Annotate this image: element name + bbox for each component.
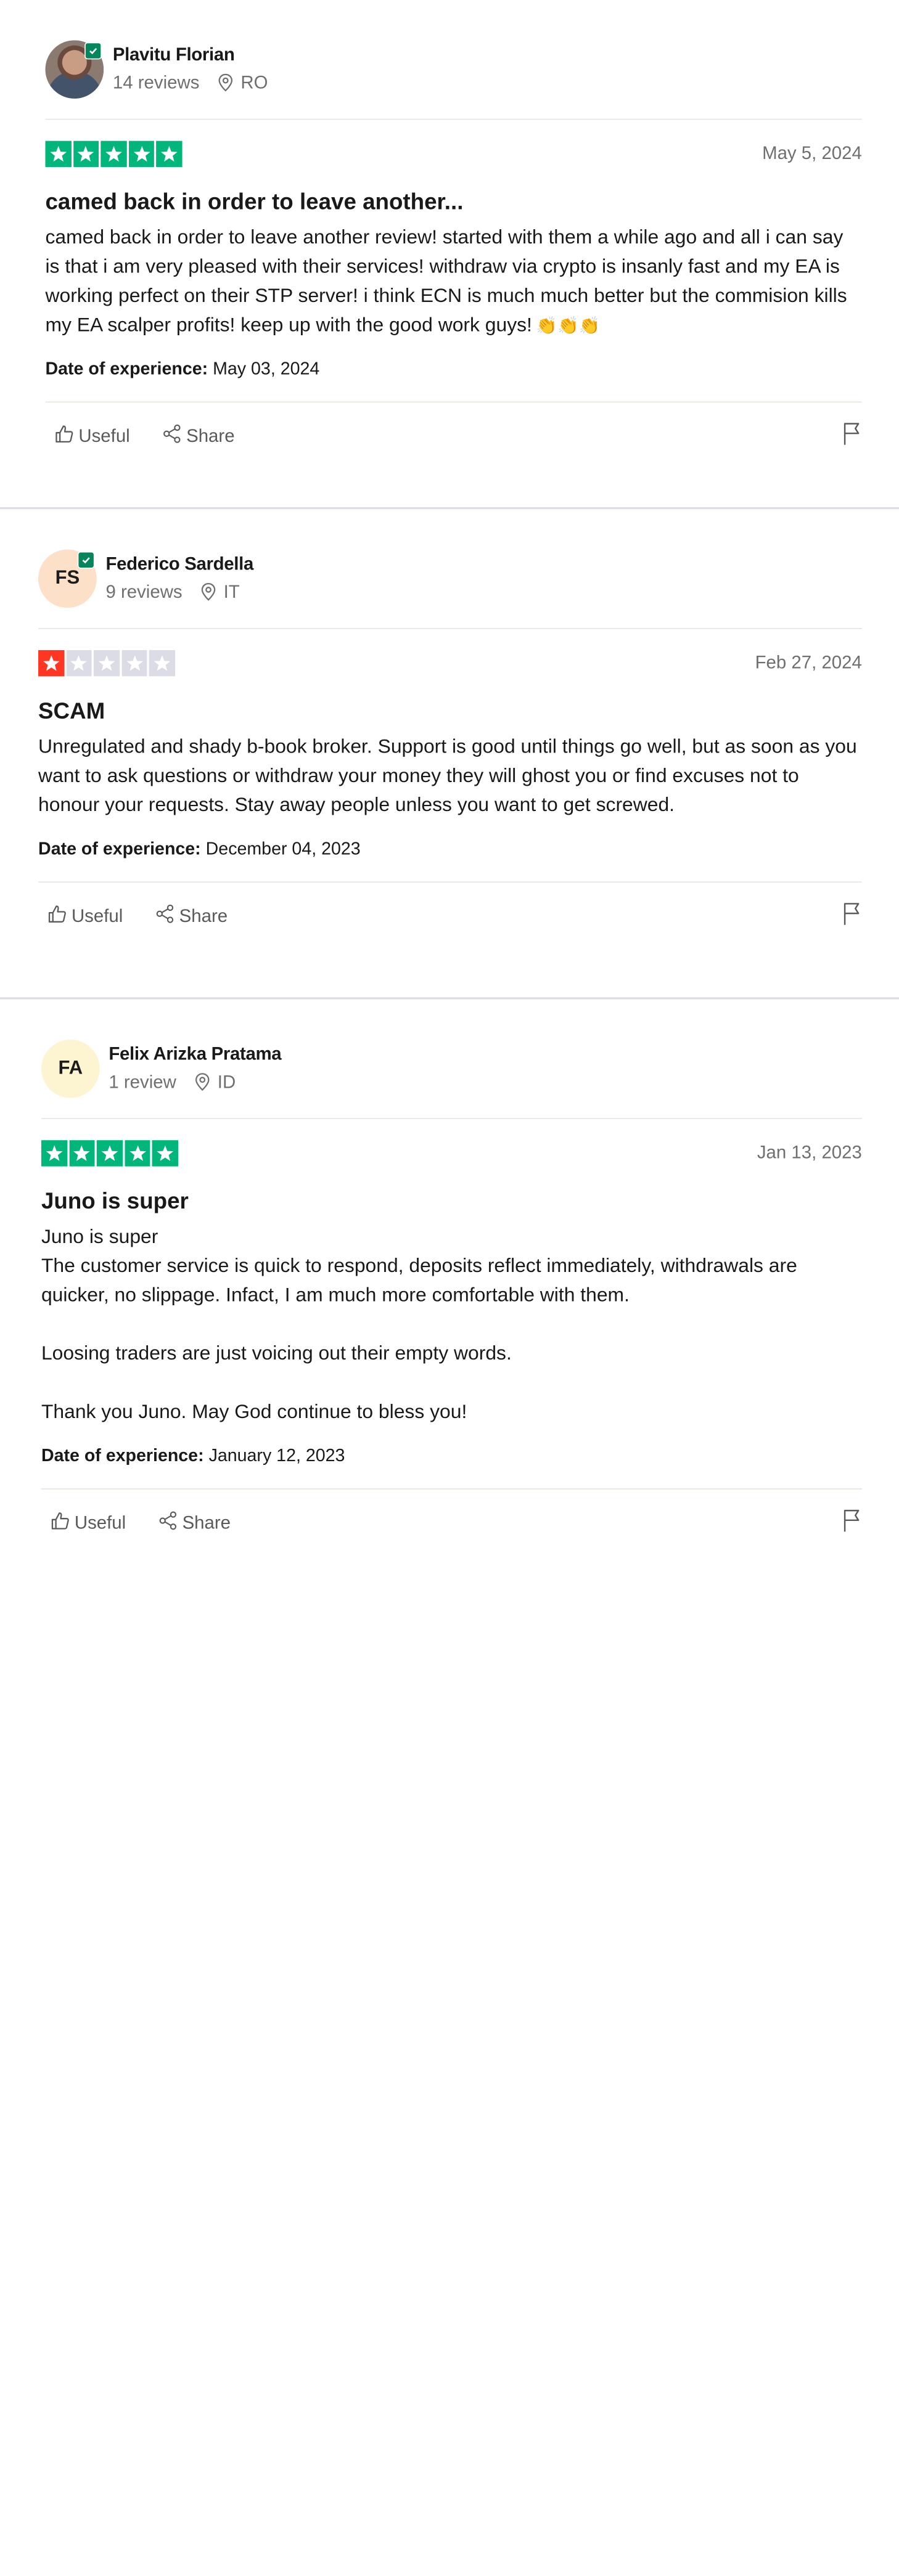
- star-filled-icon: [156, 141, 183, 167]
- star-rating: [45, 141, 861, 167]
- clapping-hands-emoji: 👏👏👏: [536, 316, 601, 335]
- date-of-experience-value: January 12, 2023: [208, 1445, 345, 1465]
- date-of-experience-label: Date of experience:: [41, 1445, 204, 1465]
- star-filled-icon: [41, 1140, 67, 1166]
- review-body: Unregulated and shady b-book broker. Sup…: [38, 733, 862, 820]
- review-title[interactable]: Juno is super: [41, 1186, 862, 1217]
- location-pin-icon: [194, 1073, 210, 1091]
- reviewer-header: FA Felix Arizka Pratama 1 review ID: [41, 1039, 862, 1098]
- reviewer-name[interactable]: Federico Sardella: [105, 553, 253, 575]
- useful-button[interactable]: Useful: [47, 900, 123, 932]
- divider: [38, 627, 862, 629]
- review-body-paragraph: Loosing traders are just voicing out the…: [41, 1342, 512, 1365]
- useful-button[interactable]: Useful: [51, 1507, 126, 1539]
- date-of-experience-label: Date of experience:: [38, 838, 201, 858]
- location-pin-icon: [200, 582, 216, 601]
- date-of-experience: Date of experience: December 04, 2023: [38, 836, 862, 860]
- star-filled-icon: [97, 1140, 123, 1166]
- review-body-paragraph: Juno is super: [41, 1225, 158, 1248]
- star-empty-icon: [121, 650, 148, 676]
- thumbs-up-icon: [51, 1510, 71, 1535]
- share-label: Share: [179, 905, 228, 926]
- verified-badge-icon: [77, 551, 95, 569]
- verified-badge-icon: [84, 42, 102, 60]
- review-card: Plavitu Florian 14 reviews RO May 5, 202…: [0, 0, 899, 508]
- share-label: Share: [186, 425, 235, 446]
- report-flag-icon[interactable]: [842, 902, 862, 931]
- star-filled-icon: [69, 1140, 95, 1166]
- reviewer-name[interactable]: Plavitu Florian: [113, 43, 268, 65]
- location-pin-icon: [218, 73, 234, 92]
- reviewer-country: ID: [217, 1072, 236, 1092]
- reviewer-header: FS Federico Sardella 9 reviews IT: [38, 549, 862, 608]
- reviewer-header: Plavitu Florian 14 reviews RO: [45, 40, 861, 99]
- avatar[interactable]: FA: [41, 1039, 100, 1098]
- share-button[interactable]: Share: [162, 420, 235, 452]
- review-body-paragraph: Thank you Juno. May God continue to bles…: [41, 1401, 467, 1424]
- star-rating: [41, 1140, 862, 1166]
- star-rating: [38, 650, 862, 676]
- review-date: Feb 27, 2024: [755, 652, 862, 672]
- star-filled-icon: [38, 650, 64, 676]
- divider: [41, 1488, 862, 1490]
- share-button[interactable]: Share: [158, 1507, 231, 1539]
- star-filled-icon: [73, 141, 99, 167]
- share-icon: [158, 1510, 178, 1535]
- useful-label: Useful: [71, 905, 123, 926]
- divider: [38, 881, 862, 883]
- review-date: May 5, 2024: [762, 142, 862, 163]
- review-body: Juno is super The customer service is qu…: [41, 1223, 862, 1427]
- review-body-paragraph: The customer service is quick to respond…: [41, 1255, 797, 1306]
- review-count: 9 reviews: [105, 581, 183, 602]
- star-filled-icon: [128, 141, 155, 167]
- review-card: FA Felix Arizka Pratama 1 review ID Jan …: [0, 999, 899, 1578]
- divider: [45, 401, 862, 403]
- review-date: Jan 13, 2023: [757, 1142, 862, 1163]
- star-empty-icon: [149, 650, 176, 676]
- report-flag-icon[interactable]: [842, 1509, 862, 1538]
- reviewer-name[interactable]: Felix Arizka Pratama: [109, 1043, 281, 1065]
- date-of-experience-value: May 03, 2024: [213, 358, 320, 379]
- share-button[interactable]: Share: [155, 900, 228, 932]
- star-empty-icon: [66, 650, 92, 676]
- star-filled-icon: [45, 141, 72, 167]
- review-title[interactable]: SCAM: [38, 696, 862, 727]
- star-empty-icon: [94, 650, 120, 676]
- date-of-experience: Date of experience: May 03, 2024: [45, 356, 861, 380]
- review-count: 1 review: [109, 1072, 176, 1092]
- star-filled-icon: [152, 1140, 178, 1166]
- review-body: camed back in order to leave another rev…: [45, 224, 861, 340]
- star-filled-icon: [101, 141, 127, 167]
- thumbs-up-icon: [47, 903, 68, 929]
- date-of-experience-value: December 04, 2023: [205, 838, 361, 858]
- reviews-page: Plavitu Florian 14 reviews RO May 5, 202…: [0, 0, 899, 2576]
- useful-label: Useful: [74, 1512, 126, 1533]
- review-card: FS Federico Sardella 9 reviews IT Feb 27…: [0, 509, 899, 998]
- useful-button[interactable]: Useful: [54, 420, 130, 452]
- divider: [41, 1118, 862, 1119]
- divider: [45, 118, 862, 120]
- date-of-experience: Date of experience: January 12, 2023: [41, 1443, 862, 1467]
- thumbs-up-icon: [54, 423, 75, 449]
- report-flag-icon[interactable]: [842, 422, 862, 450]
- share-icon: [162, 423, 183, 449]
- share-label: Share: [182, 1512, 231, 1533]
- review-body-paragraph: camed back in order to leave another rev…: [45, 226, 847, 336]
- share-icon: [155, 903, 175, 929]
- reviewer-country: RO: [240, 72, 268, 93]
- star-filled-icon: [125, 1140, 150, 1166]
- reviewer-country: IT: [223, 581, 240, 602]
- useful-label: Useful: [78, 425, 130, 446]
- review-count: 14 reviews: [112, 72, 200, 93]
- date-of-experience-label: Date of experience:: [45, 358, 208, 379]
- review-title[interactable]: camed back in order to leave another...: [45, 187, 861, 218]
- review-body-paragraph: Unregulated and shady b-book broker. Sup…: [38, 735, 857, 817]
